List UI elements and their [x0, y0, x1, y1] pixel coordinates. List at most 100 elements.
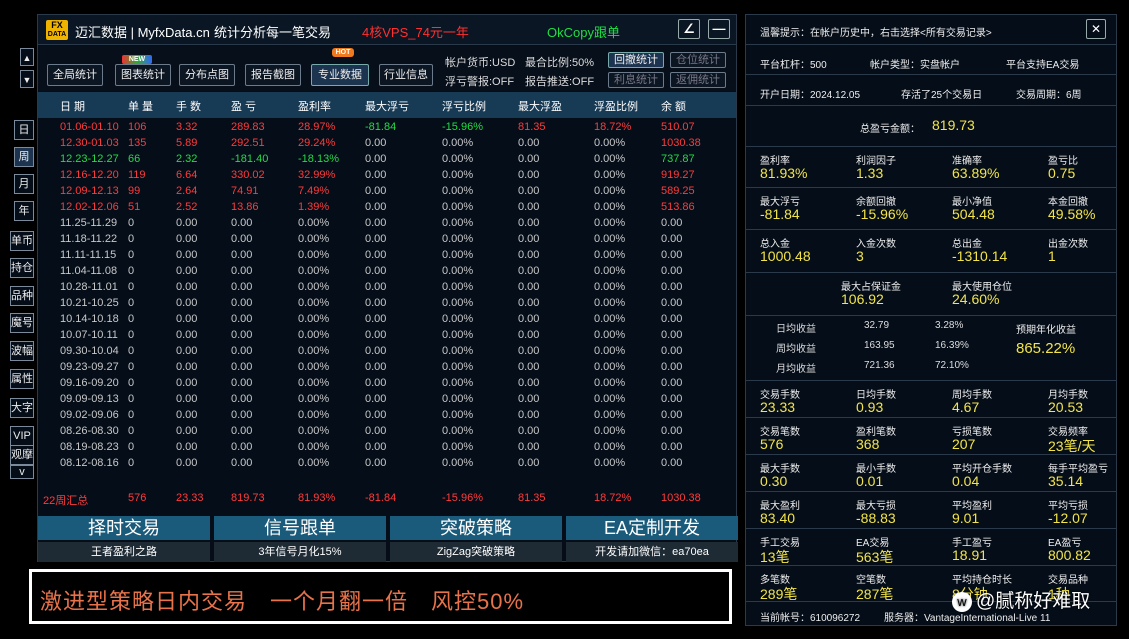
column-header[interactable]: 盈 亏 — [231, 98, 256, 114]
table-row[interactable]: 08.12-08.16 0 0.00 0.00 0.00% 0.00 0.00% 0.00 0.… — [38, 456, 736, 472]
table-cell: 0.00 — [661, 457, 683, 469]
sidebar-item[interactable]: VIP — [10, 426, 34, 446]
float-loss-alarm[interactable]: 浮亏警报:OFF — [445, 73, 514, 89]
table-row[interactable]: 11.11-11.15 0 0.00 0.00 0.00% 0.00 0.00% 0.00 0.… — [38, 248, 736, 264]
report-screenshot-button[interactable]: 报告截图 — [245, 64, 301, 86]
table-cell: 0.00 — [661, 297, 683, 309]
sidebar-item[interactable]: 魔号 — [10, 313, 34, 333]
global-stats-button[interactable]: 全局统计 — [47, 64, 103, 86]
table-row[interactable]: 11.25-11.29 0 0.00 0.00 0.00% 0.00 0.00% 0.00 0.… — [38, 216, 736, 232]
report-push[interactable]: 报告推送:OFF — [525, 73, 594, 89]
table-row[interactable]: 10.28-11.01 0 0.00 0.00 0.00% 0.00 0.00% 0.00 0.… — [38, 280, 736, 296]
column-header[interactable]: 盈利率 — [298, 98, 331, 114]
column-header[interactable]: 浮亏比例 — [442, 98, 486, 114]
table-row[interactable]: 12.09-12.13 99 2.64 74.91 7.49% 0.00 0.00% 0.00… — [38, 184, 736, 200]
table-cell: 0.00% — [442, 217, 474, 229]
table-cell: 0.00 — [518, 345, 540, 357]
scroll-down-button[interactable]: ▼ — [20, 70, 34, 88]
table-cell: 0.00% — [298, 217, 330, 229]
table-row[interactable]: 09.02-09.06 0 0.00 0.00 0.00% 0.00 0.00% 0.00 0.… — [38, 408, 736, 424]
rebate-stats-button[interactable]: 返佣统计 — [670, 72, 726, 88]
table-row[interactable]: 12.30-01.03 135 5.89 292.51 29.24% 0.00 0.00% 0… — [38, 136, 736, 152]
table-cell: 32.99% — [298, 169, 336, 181]
sidebar-item[interactable]: 日 — [14, 120, 34, 140]
stat-value: 207 — [952, 436, 976, 452]
table-cell: 0.00% — [594, 217, 626, 229]
table-cell: 12.02-12.06 — [60, 201, 119, 213]
minimize-button[interactable]: — — [708, 19, 730, 39]
promo-tile[interactable]: 信号跟单 3年信号月化15% — [214, 516, 386, 562]
vps-promo-link[interactable]: 4核VPS_74元一年 — [362, 22, 469, 41]
interest-stats-button[interactable]: 利息统计 — [608, 72, 664, 88]
table-cell: 10.28-11.01 — [60, 281, 118, 293]
table-cell: 0.00% — [442, 361, 474, 373]
table-cell: 0.00% — [594, 169, 626, 181]
table-cell: 0.00% — [442, 233, 474, 245]
sidebar-item[interactable]: 波幅 — [10, 341, 34, 361]
close-icon[interactable]: ✕ — [1086, 19, 1106, 39]
table-cell: 0.00% — [298, 329, 330, 341]
sidebar-item[interactable]: 大字 — [10, 398, 34, 418]
drawdown-stats-button[interactable]: 回撤统计 — [608, 52, 664, 68]
chevron-down-icon[interactable]: v — [10, 465, 34, 479]
table-cell: 11.18-11.22 — [60, 233, 118, 245]
table-cell: 0.00 — [176, 313, 198, 325]
column-header[interactable]: 日 期 — [60, 98, 85, 114]
scroll-up-button[interactable]: ▲ — [20, 48, 34, 66]
sidebar-item[interactable]: 年 — [14, 201, 34, 221]
table-row[interactable]: 09.16-09.20 0 0.00 0.00 0.00% 0.00 0.00% 0.00 0.… — [38, 376, 736, 392]
sidebar-item[interactable]: 持仓 — [10, 258, 34, 278]
table-row[interactable]: 11.04-11.08 0 0.00 0.00 0.00% 0.00 0.00% 0.00 0.… — [38, 264, 736, 280]
table-row[interactable]: 08.26-08.30 0 0.00 0.00 0.00% 0.00 0.00% 0.00 0.… — [38, 424, 736, 440]
banner-text: 激进型策略日内交易 一个月翻一倍 风控50% — [40, 589, 525, 614]
sidebar-item[interactable]: 周 — [14, 147, 34, 167]
annual-label: 预期年化收益 — [1016, 325, 1076, 336]
promo-tile[interactable]: 择时交易 王者盈利之路 — [38, 516, 210, 562]
table-row[interactable]: 10.14-10.18 0 0.00 0.00 0.00% 0.00 0.00% 0.00 0.… — [38, 312, 736, 328]
column-header[interactable]: 最大浮亏 — [365, 98, 409, 114]
table-row[interactable]: 12.16-12.20 119 6.64 330.02 32.99% 0.00 0.00% 0… — [38, 168, 736, 184]
column-header[interactable]: 最大浮盈 — [518, 98, 562, 114]
table-row[interactable]: 09.30-10.04 0 0.00 0.00 0.00% 0.00 0.00% 0.00 0.… — [38, 344, 736, 360]
column-header[interactable]: 浮盈比例 — [594, 98, 638, 114]
table-cell: 08.26-08.30 — [60, 425, 119, 437]
table-cell: 0.00 — [365, 297, 387, 309]
table-cell: 0 — [128, 233, 135, 245]
table-row[interactable]: 09.09-09.13 0 0.00 0.00 0.00% 0.00 0.00% 0.00 0.… — [38, 392, 736, 408]
edit-button[interactable]: ∠ — [678, 19, 700, 39]
table-row[interactable]: 11.18-11.22 0 0.00 0.00 0.00% 0.00 0.00% 0.00 0.… — [38, 232, 736, 248]
okcopy-link[interactable]: OkCopy跟单 — [547, 22, 620, 41]
promo-bar: 择时交易 王者盈利之路 信号跟单 3年信号月化15% 突破策略 ZigZag突破策略 EA定… — [38, 516, 738, 562]
table-cell: 0.00 — [661, 409, 683, 421]
table-cell: 0.00 — [661, 377, 683, 389]
column-header[interactable]: 余 额 — [661, 98, 686, 114]
table-cell: 0.00 — [365, 377, 387, 389]
sidebar-item[interactable]: 月 — [14, 174, 34, 194]
scatter-chart-button[interactable]: 分布点图 — [179, 64, 235, 86]
column-header[interactable]: 手 数 — [176, 98, 201, 114]
table-row[interactable]: 10.07-10.11 0 0.00 0.00 0.00% 0.00 0.00% 0.00 0.… — [38, 328, 736, 344]
avg-label: 日均收益 — [776, 324, 816, 335]
position-stats-button[interactable]: 仓位统计 — [670, 52, 726, 68]
table-row[interactable]: 01.06-01.10 106 3.32 289.83 28.97% -81.84 -15.… — [38, 120, 736, 136]
column-header[interactable]: 单 量 — [128, 98, 153, 114]
stats-g9: 手工交易 13笔 EA交易 563笔 手工盈亏 18.91 EA盈亏 800.82 — [746, 529, 1116, 566]
sidebar-item[interactable]: 观摩 — [10, 445, 34, 465]
table-row[interactable]: 09.23-09.27 0 0.00 0.00 0.00% 0.00 0.00% 0.00 0.… — [38, 360, 736, 376]
table-cell: 0.00 — [661, 361, 683, 373]
table-row[interactable]: 12.23-12.27 66 2.32 -181.40 -18.13% 0.00 0.00%… — [38, 152, 736, 168]
table-cell: 0.00 — [518, 153, 540, 165]
fxdata-logo: FX DATA — [46, 20, 68, 40]
table-row[interactable]: 10.21-10.25 0 0.00 0.00 0.00% 0.00 0.00% 0.00 0.… — [38, 296, 736, 312]
pro-data-button[interactable]: 专业数据 — [311, 64, 369, 86]
chart-stats-button[interactable]: 图表统计 — [115, 64, 171, 86]
table-cell: 0 — [128, 281, 135, 293]
industry-info-button[interactable]: 行业信息 — [379, 64, 433, 86]
table-row[interactable]: 08.19-08.23 0 0.00 0.00 0.00% 0.00 0.00% 0.00 0.… — [38, 440, 736, 456]
promo-tile[interactable]: EA定制开发 开发请加微信：ea70ea — [566, 516, 738, 562]
sidebar-item[interactable]: 品种 — [10, 286, 34, 306]
promo-tile[interactable]: 突破策略 ZigZag突破策略 — [390, 516, 562, 562]
sidebar-item[interactable]: 单币 — [10, 231, 34, 251]
sidebar-item[interactable]: 属性 — [10, 369, 34, 389]
table-row[interactable]: 12.02-12.06 51 2.52 13.86 1.39% 0.00 0.00% 0.00… — [38, 200, 736, 216]
